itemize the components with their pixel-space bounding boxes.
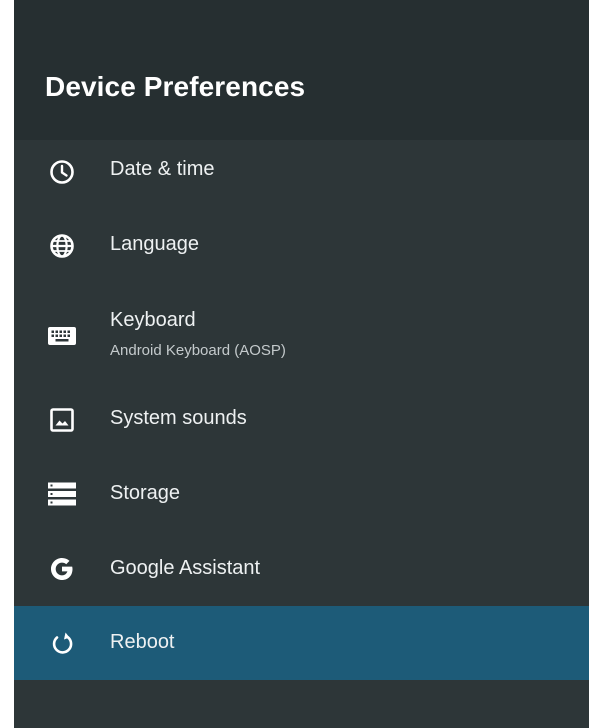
menu-item-date-time[interactable]: Date & time [14,135,589,209]
image-icon [46,404,78,436]
menu-item-label: Language [110,233,199,255]
menu-item-label: Google Assistant [110,557,261,579]
keyboard-icon [46,320,78,352]
page-title: Device Preferences [45,71,306,102]
menu-item-language[interactable]: Language [14,209,589,283]
reboot-icon [46,627,78,659]
menu-item-storage[interactable]: Storage [14,457,589,531]
menu-item-label: System sounds [110,407,247,429]
menu-item-label: Keyboard [110,309,196,331]
menu-item-sublabel: Android Keyboard (AOSP) [110,342,286,359]
menu-item-label: Reboot [110,631,175,653]
menu-item-reboot[interactable]: Reboot [14,606,589,680]
globe-icon [46,230,78,262]
menu-item-google-assistant[interactable]: Google Assistant [14,532,589,606]
menu-item-label: Date & time [110,158,215,180]
menu-item-system-sounds[interactable]: System sounds [14,383,589,457]
google-g-icon [46,553,78,585]
storage-icon [46,478,78,510]
menu-item-label: Storage [110,482,181,504]
clock-icon [46,156,78,188]
menu-item-keyboard[interactable]: Keyboard Android Keyboard (AOSP) [14,296,589,376]
settings-panel: Device Preferences Date & time Language [14,0,589,728]
settings-header: Device Preferences [14,0,589,140]
